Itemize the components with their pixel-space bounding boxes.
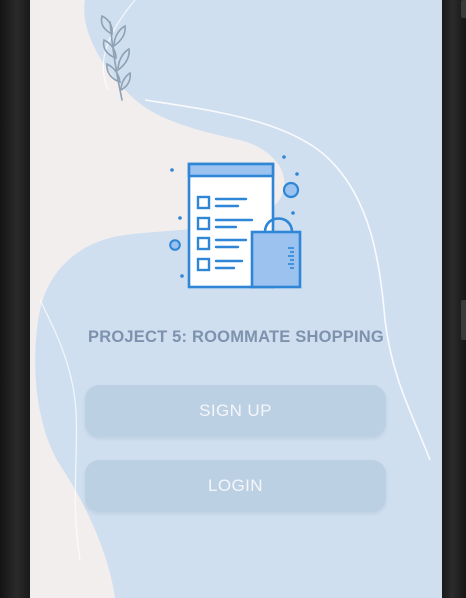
phone-side-button xyxy=(461,0,466,18)
phone-volume-button xyxy=(461,300,466,340)
phone-device: PROJECT 5: ROOMMATE SHOPPING SIGN UP LOG… xyxy=(0,0,466,598)
app-title: PROJECT 5: ROOMMATE SHOPPING xyxy=(88,328,384,346)
app-screen: PROJECT 5: ROOMMATE SHOPPING SIGN UP LOG… xyxy=(30,0,442,598)
shopping-list-bag-icon xyxy=(169,155,302,289)
login-button[interactable]: LOGIN xyxy=(85,460,386,512)
phone-bezel-left xyxy=(0,0,30,598)
sign-up-button[interactable]: SIGN UP xyxy=(85,385,386,437)
phone-bezel-right xyxy=(442,0,466,598)
